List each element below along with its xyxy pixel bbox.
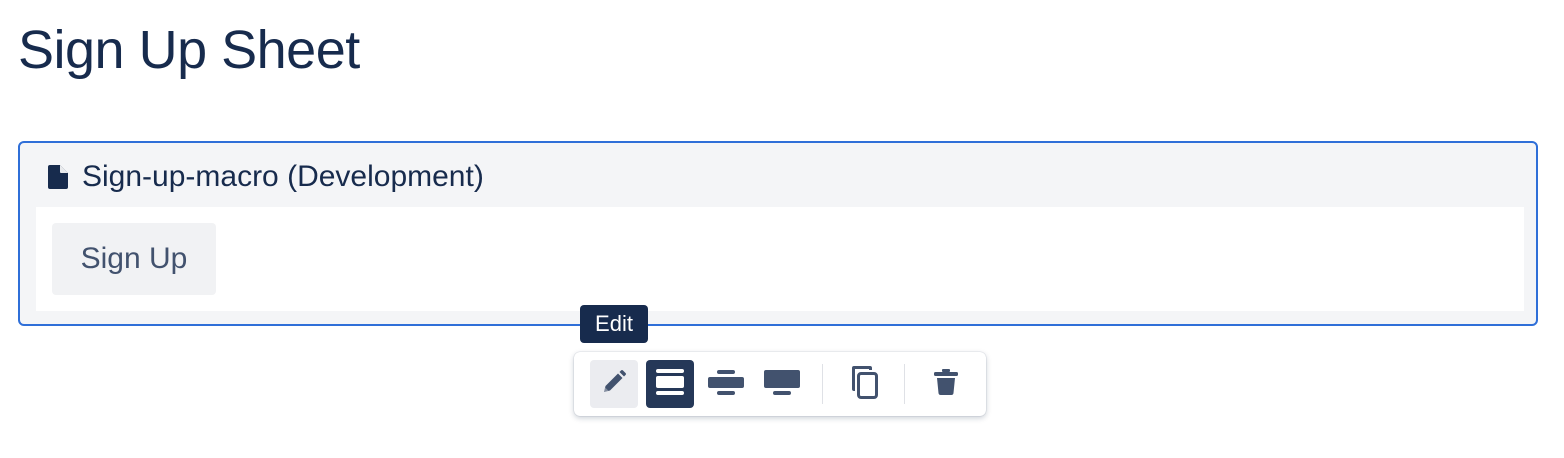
layout-wide-button[interactable] (758, 360, 806, 408)
wide-layout-icon (763, 367, 801, 402)
macro-body: Sign Up (36, 207, 1524, 311)
macro-title: Sign-up-macro (Development) (82, 160, 484, 193)
layout-centered-button[interactable] (702, 360, 750, 408)
copy-icon (848, 364, 880, 405)
edit-tooltip: Edit (580, 305, 648, 343)
full-width-icon (655, 367, 685, 402)
copy-button[interactable] (840, 360, 888, 408)
macro-toolbar (574, 352, 986, 416)
toolbar-divider (822, 364, 823, 404)
sign-up-button[interactable]: Sign Up (52, 223, 216, 295)
page-title: Sign Up Sheet (18, 20, 360, 80)
macro-container[interactable]: Sign-up-macro (Development) Sign Up (18, 141, 1538, 326)
layout-default-button[interactable] (646, 360, 694, 408)
pencil-icon (601, 369, 627, 400)
macro-header: Sign-up-macro (Development) (48, 157, 484, 197)
delete-button[interactable] (922, 360, 970, 408)
center-layout-icon (707, 367, 745, 402)
toolbar-divider (904, 364, 905, 404)
edit-button[interactable] (590, 360, 638, 408)
trash-icon (933, 368, 959, 401)
document-icon (48, 165, 68, 189)
